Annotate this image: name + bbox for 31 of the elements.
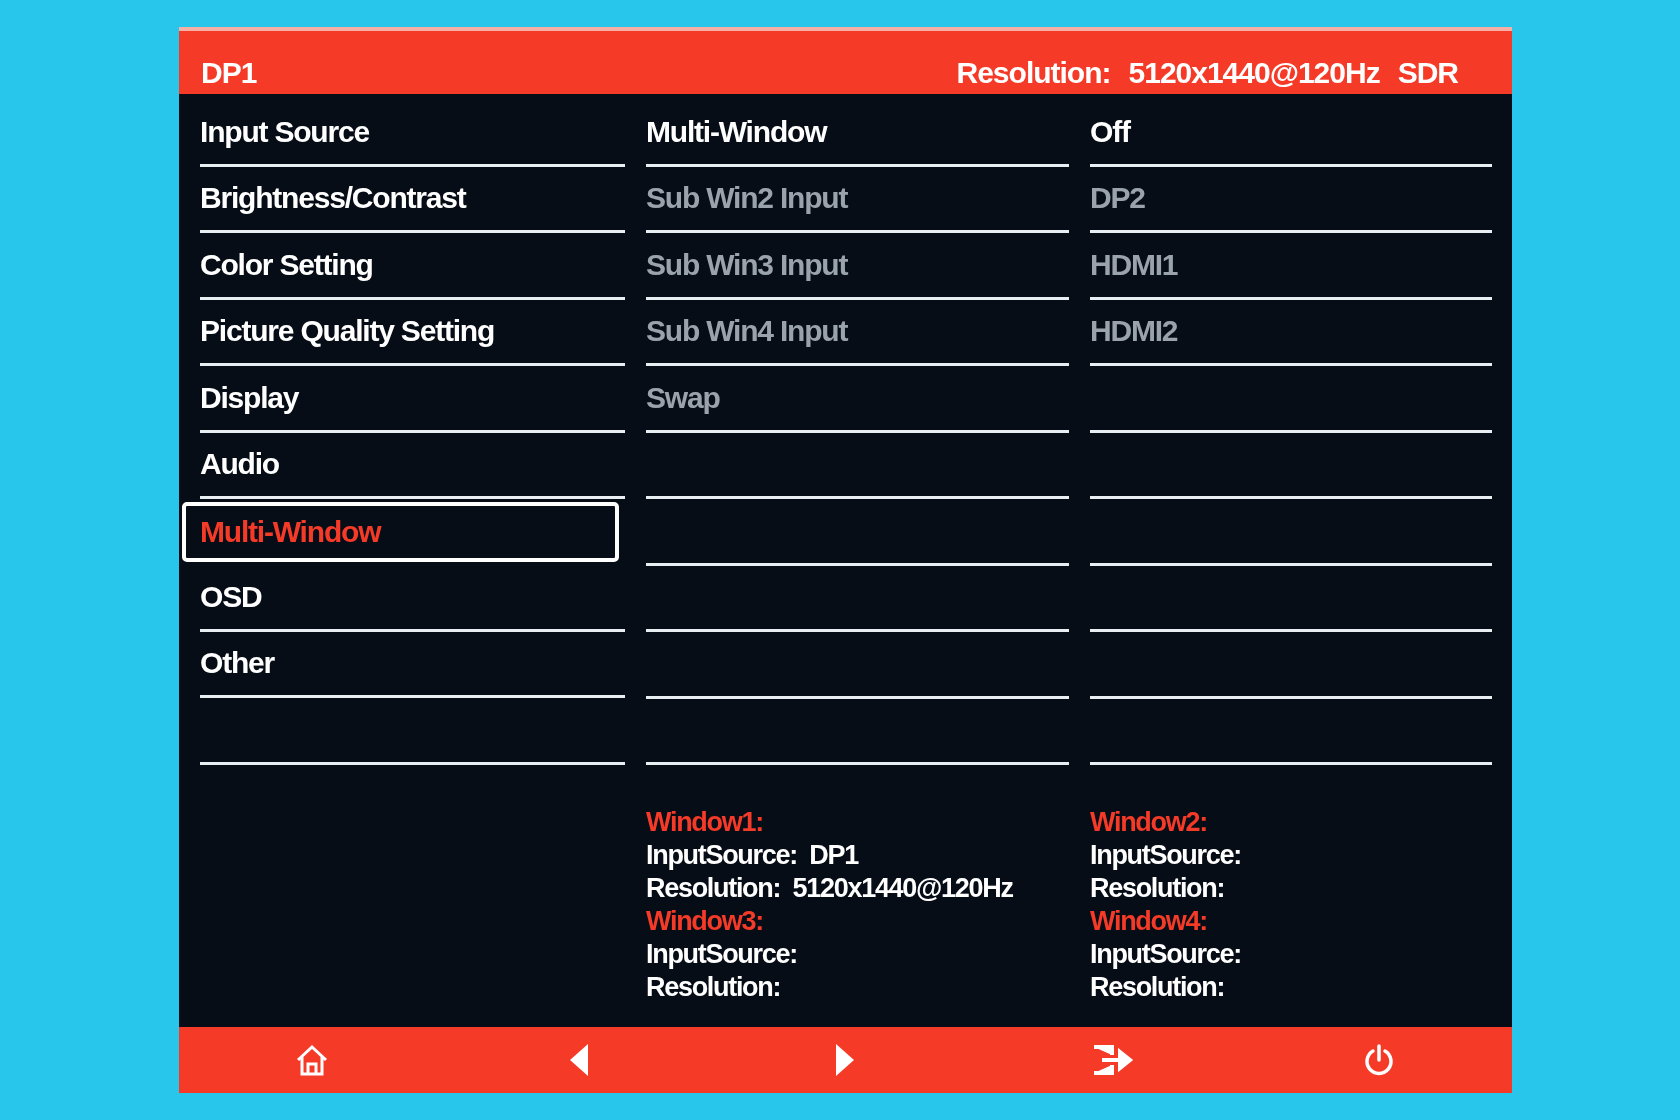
menu-item[interactable]: Other [200,646,274,681]
window-info: InputSource: [1090,839,1242,872]
menu-item[interactable]: Picture Quality Setting [200,314,495,349]
window-info: Resolution: [1090,872,1226,905]
menu-item[interactable]: OSD [200,579,262,614]
window-title: Window2: [1090,806,1208,839]
option-value: DP2 [1090,181,1145,216]
window-info: Resolution: 5120x1440@120Hz [646,872,1014,905]
submenu-item[interactable]: Multi-Window [646,114,827,149]
menu-item[interactable]: Multi-Window [182,502,619,562]
home-icon[interactable] [295,1043,330,1077]
menu-item[interactable]: Audio [200,447,279,482]
menu-item[interactable]: Color Setting [200,247,373,282]
dynamic-range: SDR [1397,56,1458,90]
menu-item[interactable]: Input Source [200,114,369,149]
window-title: Window4: [1090,905,1208,938]
window-info: InputSource: [1090,938,1242,971]
window-info: InputSource: DP1 [646,839,860,872]
menu-item[interactable]: Brightness/Contrast [200,181,466,216]
window-title: Window3: [646,905,764,938]
window-info: Resolution: [646,971,782,1004]
input-name: DP1 [201,56,257,90]
resolution-value: 5120x1440@120Hz [1128,56,1380,90]
option-value: Off [1090,114,1130,149]
window-title: Window1: [646,806,764,839]
window-info: Resolution: [1090,971,1226,1004]
window-info: InputSource: [646,938,798,971]
option-value: HDMI1 [1090,247,1178,282]
menu-item[interactable]: Display [200,380,299,415]
option-value: HDMI2 [1090,314,1178,349]
resolution-label: Resolution: [956,56,1111,90]
